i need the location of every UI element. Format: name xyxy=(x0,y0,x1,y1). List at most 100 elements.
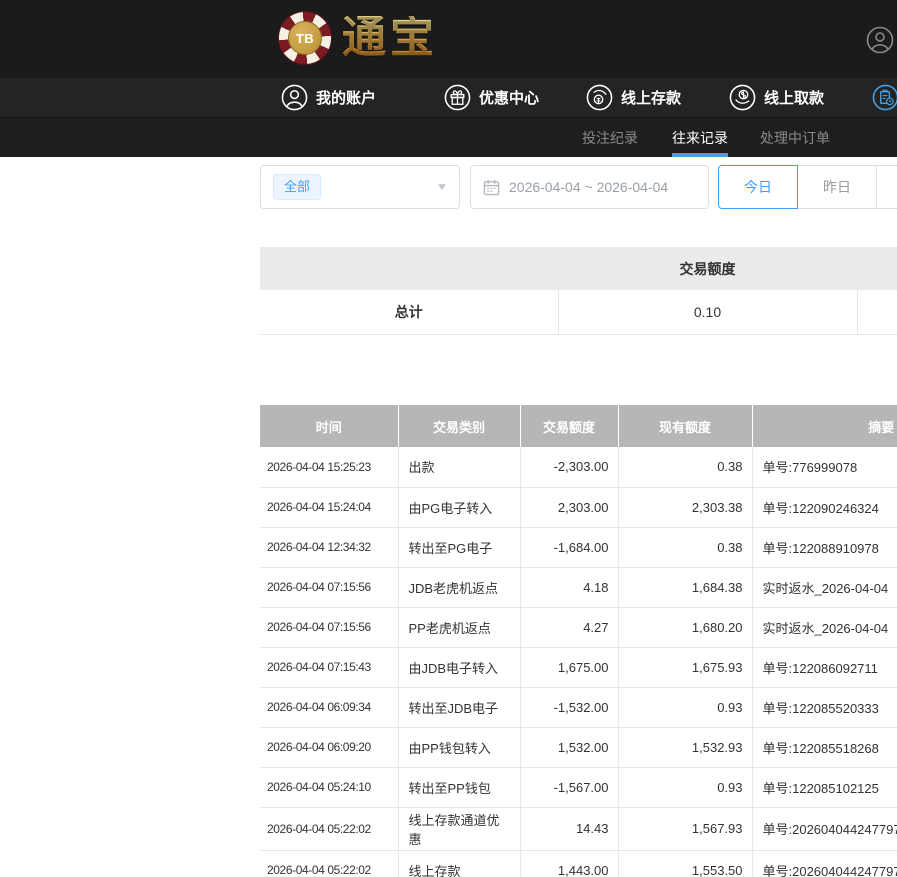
nav-item-promotions[interactable]: 优惠中心 xyxy=(444,78,539,117)
cell-summary: 单号:122086092711 xyxy=(752,647,897,687)
top-header: TB 通宝 xyxy=(0,0,897,78)
col-header-type: 交易类别 xyxy=(398,405,520,447)
quick-button-yesterday[interactable]: 昨日 xyxy=(797,165,877,209)
cell-time: 2026-04-04 07:15:43 xyxy=(260,647,398,687)
quick-button-today[interactable]: 今日 xyxy=(718,165,798,209)
cell-summary: 单号:202604044247797 xyxy=(752,850,897,877)
cell-summary: 单号:122085102125 xyxy=(752,767,897,807)
nav-item-my-account[interactable]: 我的账户 xyxy=(281,78,376,117)
withdraw-icon xyxy=(729,84,756,111)
cell-amount: 1,443.00 xyxy=(520,850,618,877)
cell-amount: 14.43 xyxy=(520,807,618,850)
cell-type: 由PG电子转入 xyxy=(398,487,520,527)
transactions-table: 时间 交易类别 交易额度 现有额度 摘要 2026-04-04 15:25:23… xyxy=(260,405,897,877)
nav-label: 我的账户 xyxy=(316,87,376,108)
avatar-icon[interactable] xyxy=(866,26,894,54)
main-nav: 我的账户 优惠中心 线上存款 xyxy=(0,78,897,118)
cell-balance: 1,680.20 xyxy=(618,607,752,647)
cell-amount: 1,675.00 xyxy=(520,647,618,687)
summary-header-amount: 交易额度 xyxy=(558,247,857,290)
quick-button-label: 昨日 xyxy=(823,177,851,197)
col-header-balance: 现有额度 xyxy=(618,405,752,447)
tab-label: 往来记录 xyxy=(672,128,728,148)
cell-balance: 0.38 xyxy=(618,447,752,487)
quick-button-last7days[interactable]: 近7日 xyxy=(876,165,897,209)
col-header-time: 时间 xyxy=(260,405,398,447)
cell-summary: 单号:202604044247797 xyxy=(752,807,897,850)
nav-item-deposit[interactable]: 线上存款 xyxy=(586,78,681,117)
deposit-icon xyxy=(586,84,613,111)
tab-label: 处理中订单 xyxy=(760,128,830,148)
table-row: 2026-04-04 06:09:20 由PP钱包转入 1,532.00 1,5… xyxy=(260,727,897,767)
tab-pending-orders[interactable]: 处理中订单 xyxy=(760,118,830,157)
summary-table: 交易额度 总计 0.10 xyxy=(260,247,897,335)
table-row: 2026-04-04 15:24:04 由PG电子转入 2,303.00 2,3… xyxy=(260,487,897,527)
cell-time: 2026-04-04 07:15:56 xyxy=(260,607,398,647)
cell-amount: 2,303.00 xyxy=(520,487,618,527)
calendar-icon xyxy=(483,179,500,196)
cell-type: 线上存款通道优惠 xyxy=(398,807,520,850)
table-row: 2026-04-04 05:22:02 线上存款通道优惠 14.43 1,567… xyxy=(260,807,897,850)
table-row: 2026-04-04 05:22:02 线上存款 1,443.00 1,553.… xyxy=(260,850,897,877)
tab-transaction-records[interactable]: 往来记录 xyxy=(672,118,728,157)
cell-balance: 1,532.93 xyxy=(618,727,752,767)
col-header-summary: 摘要 xyxy=(752,405,897,447)
cell-type: 转出至PG电子 xyxy=(398,527,520,567)
date-range-input[interactable]: 2026-04-04 ~ 2026-04-04 xyxy=(470,165,709,209)
cell-balance: 1,684.38 xyxy=(618,567,752,607)
cell-summary: 单号:122085520333 xyxy=(752,687,897,727)
quick-button-label: 今日 xyxy=(744,177,772,197)
records-icon xyxy=(872,84,897,111)
cell-balance: 0.93 xyxy=(618,767,752,807)
cell-type: 由PP钱包转入 xyxy=(398,727,520,767)
nav-label: 优惠中心 xyxy=(479,87,539,108)
active-tab-underline xyxy=(672,153,728,157)
nav-label: 线上取款 xyxy=(764,87,824,108)
summary-header-row: 交易额度 xyxy=(260,247,897,290)
summary-header-empty xyxy=(260,247,558,290)
table-row: 2026-04-04 07:15:56 PP老虎机返点 4.27 1,680.2… xyxy=(260,607,897,647)
page: TB 通宝 我的账户 优惠中心 xyxy=(0,0,897,877)
category-select[interactable]: 全部 ▼ xyxy=(260,165,460,209)
summary-value-clipped xyxy=(857,290,897,334)
cell-time: 2026-04-04 15:25:23 xyxy=(260,447,398,487)
cell-time: 2026-04-04 05:22:02 xyxy=(260,807,398,850)
summary-total-row: 总计 0.10 xyxy=(260,290,897,334)
cell-time: 2026-04-04 06:09:34 xyxy=(260,687,398,727)
cell-type: 由JDB电子转入 xyxy=(398,647,520,687)
table-row: 2026-04-04 05:24:10 转出至PP钱包 -1,567.00 0.… xyxy=(260,767,897,807)
cell-balance: 1,567.93 xyxy=(618,807,752,850)
table-row: 2026-04-04 15:25:23 出款 -2,303.00 0.38 单号… xyxy=(260,447,897,487)
chevron-down-icon: ▼ xyxy=(436,182,449,193)
cell-balance: 0.93 xyxy=(618,687,752,727)
cell-summary: 实时返水_2026-04-04 xyxy=(752,567,897,607)
cell-amount: -1,532.00 xyxy=(520,687,618,727)
chip-tb-label: TB xyxy=(288,21,322,55)
cell-time: 2026-04-04 15:24:04 xyxy=(260,487,398,527)
cell-amount: 4.18 xyxy=(520,567,618,607)
cell-amount: -1,684.00 xyxy=(520,527,618,567)
cell-summary: 单号:122090246324 xyxy=(752,487,897,527)
cell-type: PP老虎机返点 xyxy=(398,607,520,647)
nav-item-withdraw[interactable]: 线上取款 xyxy=(729,78,824,117)
logo-link[interactable]: TB 通宝 xyxy=(278,11,438,65)
cell-amount: -1,567.00 xyxy=(520,767,618,807)
col-header-amount: 交易额度 xyxy=(520,405,618,447)
cell-type: 出款 xyxy=(398,447,520,487)
poker-chip-icon: TB xyxy=(278,11,332,65)
table-row: 2026-04-04 06:09:34 转出至JDB电子 -1,532.00 0… xyxy=(260,687,897,727)
sub-nav: 投注纪录 往来记录 处理中订单 xyxy=(0,118,897,157)
cell-time: 2026-04-04 05:22:02 xyxy=(260,850,398,877)
cell-time: 2026-04-04 07:15:56 xyxy=(260,567,398,607)
gift-icon xyxy=(444,84,471,111)
cell-type: 线上存款 xyxy=(398,850,520,877)
tab-betting-records[interactable]: 投注纪录 xyxy=(582,118,638,157)
cell-amount: -2,303.00 xyxy=(520,447,618,487)
cell-summary: 实时返水_2026-04-04 xyxy=(752,607,897,647)
selected-category-tag[interactable]: 全部 xyxy=(273,174,321,200)
table-row: 2026-04-04 12:34:32 转出至PG电子 -1,684.00 0.… xyxy=(260,527,897,567)
cell-balance: 2,303.38 xyxy=(618,487,752,527)
tab-label: 投注纪录 xyxy=(582,128,638,148)
summary-total-label: 总计 xyxy=(260,290,558,334)
nav-item-records-active[interactable] xyxy=(872,78,897,117)
